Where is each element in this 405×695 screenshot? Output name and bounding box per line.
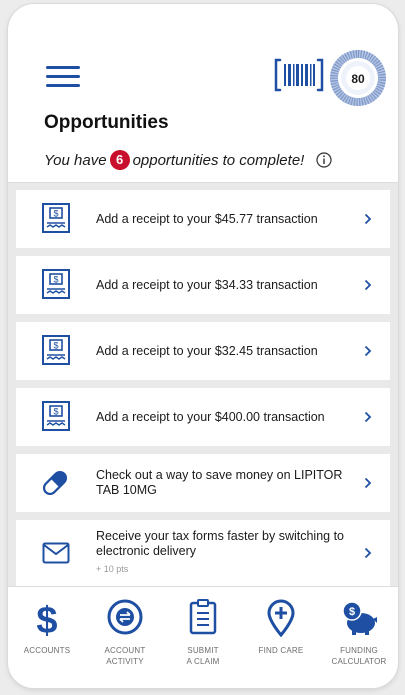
nav-label: ACCOUNTS [23,646,71,655]
svg-text:$: $ [36,600,57,637]
dollar-icon: $ [36,600,57,637]
opportunities-summary: You have 6 opportunities to complete! [44,150,332,170]
header: 80 Opportunities You have 6 opportunitie… [8,4,398,182]
receipt-icon: $ [42,401,70,431]
svg-text:$: $ [349,606,355,618]
nav-funding-calculator[interactable]: $ FUNDING CALCULATOR [320,587,398,688]
menu-icon[interactable] [46,66,80,88]
opportunity-count-badge: 6 [109,150,130,170]
wellness-score-value: 80 [351,72,365,86]
chevron-right-icon [364,411,372,423]
nav-label: SUBMIT A CLAIM [186,646,220,666]
chevron-right-icon [364,477,372,489]
pill-icon [42,470,68,496]
opportunity-card-6[interactable]: Receive your tax forms faster by switchi… [16,520,390,586]
chevron-right-icon [364,279,372,291]
receipt-icon: $ [42,203,70,233]
location-pin-plus-icon [267,599,295,637]
summary-prefix: You have [44,151,107,169]
svg-text:$: $ [53,407,58,417]
opportunity-card-3[interactable]: $ Add a receipt to your $32.45 transacti… [16,322,390,380]
nav-label: ACCOUNT ACTIVITY [104,646,146,666]
receipt-icon: $ [42,269,70,299]
nav-label: FIND CARE [258,646,304,655]
svg-text:$: $ [53,341,58,351]
opportunity-card-1[interactable]: $ Add a receipt to your $45.77 transacti… [16,190,390,248]
nav-label: FUNDING CALCULATOR [331,646,387,666]
account-activity-icon [107,599,143,635]
opportunity-text: Add a receipt to your $34.33 transaction [96,277,318,292]
opportunity-text-block: Receive your tax forms faster by switchi… [96,529,350,577]
opportunity-card-2[interactable]: $ Add a receipt to your $34.33 transacti… [16,256,390,314]
opportunity-text: Add a receipt to your $45.77 transaction [96,211,318,226]
receipt-icon: $ [42,335,70,365]
nav-find-care[interactable]: FIND CARE [242,587,320,688]
envelope-icon [42,542,70,564]
page-title: Opportunities [44,112,169,133]
opportunity-card-4[interactable]: $ Add a receipt to your $400.00 transact… [16,388,390,446]
barcode-scan-icon[interactable] [274,56,324,94]
opportunity-text: Receive your tax forms faster by switchi… [96,529,345,558]
chevron-right-icon [364,213,372,225]
clipboard-icon [189,599,217,635]
nav-accounts[interactable]: $ ACCOUNTS [8,587,86,688]
info-icon[interactable] [316,152,332,168]
points-label: + 10 pts [96,564,129,574]
chevron-right-icon [364,547,372,559]
opportunity-text: Add a receipt to your $400.00 transactio… [96,409,325,424]
phone-screen: 80 Opportunities You have 6 opportunitie… [8,4,398,688]
opportunities-list: $ Add a receipt to your $45.77 transacti… [8,182,398,587]
svg-text:$: $ [53,209,58,219]
nav-submit-claim[interactable]: SUBMIT A CLAIM [164,587,242,688]
summary-suffix: opportunities to complete! [132,151,305,169]
opportunity-card-5[interactable]: Check out a way to save money on LIPITOR… [16,454,390,512]
opportunity-text: Check out a way to save money on LIPITOR… [96,468,343,497]
chevron-right-icon [364,345,372,357]
svg-text:$: $ [53,275,58,285]
opportunity-text: Add a receipt to your $32.45 transaction [96,343,318,358]
nav-account-activity[interactable]: ACCOUNT ACTIVITY [86,587,164,688]
piggy-bank-icon: $ [342,601,377,635]
bottom-navigation: $ ACCOUNTS ACCOUNT ACTIVITY SUBMIT A CLA… [8,586,398,688]
